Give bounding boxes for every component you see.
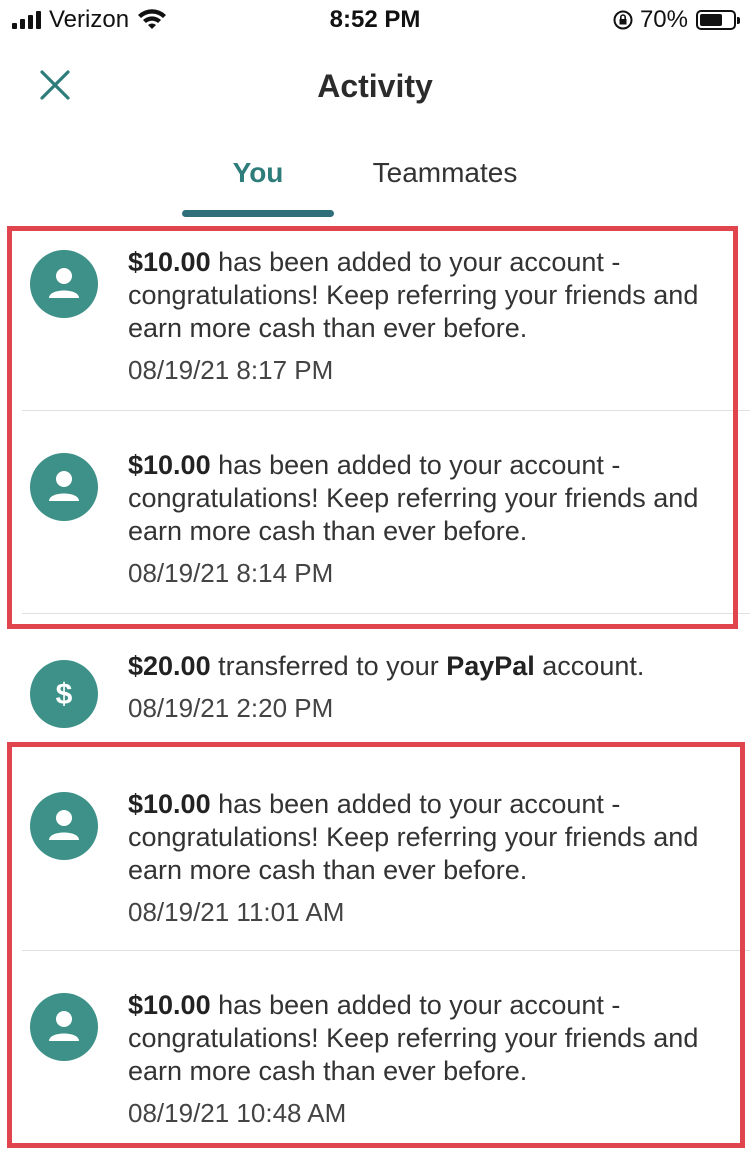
list-item[interactable]: $10.00 has been added to your account - … [0, 228, 750, 410]
amount: $10.00 [128, 990, 211, 1020]
dollar-icon: $ [56, 678, 73, 711]
person-icon [49, 1011, 79, 1041]
activity-date: 08/19/21 11:01 AM [128, 897, 345, 927]
avatar [30, 993, 98, 1061]
message-text: has been added to your account - congrat… [128, 247, 699, 343]
activity-date: 08/19/21 2:20 PM [128, 693, 334, 723]
message-text: has been added to your account - congrat… [128, 789, 699, 885]
list-item[interactable]: $10.00 has been added to your account - … [0, 411, 750, 613]
activity-message: $10.00 has been added to your account - … [128, 788, 728, 887]
activity-message: $10.00 has been added to your account - … [128, 246, 728, 345]
person-icon [49, 810, 79, 840]
message-text: transferred to your [210, 651, 447, 681]
activity-message: $10.00 has been added to your account - … [128, 449, 728, 548]
battery-percent: 70% [639, 6, 688, 33]
list-item[interactable]: $ $20.00 transferred to your PayPal acco… [0, 620, 750, 745]
message-text: has been added to your account - congrat… [128, 450, 699, 546]
header: Activity [0, 50, 750, 120]
activity-date: 08/19/21 8:17 PM [128, 355, 334, 385]
active-tab-indicator [182, 210, 334, 217]
message-text-end: account. [534, 651, 645, 681]
tab-teammates[interactable]: Teammates [360, 156, 530, 190]
amount: $10.00 [128, 247, 211, 277]
svg-text:$: $ [56, 678, 73, 711]
message-text: has been added to your account - congrat… [128, 990, 699, 1086]
status-bar: Verizon 8:52 PM 70% [0, 0, 750, 40]
battery-fill [700, 14, 723, 26]
amount: $20.00 [128, 651, 211, 681]
amount: $10.00 [128, 789, 211, 819]
service-name: PayPal [446, 651, 535, 681]
list-item[interactable]: $10.00 has been added to your account - … [0, 951, 750, 1151]
list-item[interactable]: $10.00 has been added to your account - … [0, 750, 750, 950]
activity-message: $10.00 has been added to your account - … [128, 989, 728, 1088]
amount: $10.00 [128, 450, 211, 480]
avatar [30, 453, 98, 521]
avatar: $ [30, 660, 98, 728]
activity-message: $20.00 transferred to your PayPal accoun… [128, 650, 728, 683]
person-icon [49, 471, 79, 501]
orientation-lock-icon [613, 10, 633, 30]
avatar [30, 250, 98, 318]
divider [22, 613, 750, 614]
activity-date: 08/19/21 8:14 PM [128, 558, 334, 588]
avatar [30, 792, 98, 860]
status-right: 70% [612, 6, 740, 34]
person-icon [49, 268, 79, 298]
tab-bar: You Teammates [0, 150, 750, 220]
page-title: Activity [317, 68, 433, 104]
tab-you[interactable]: You [182, 156, 334, 190]
activity-date: 08/19/21 10:48 AM [128, 1098, 347, 1128]
battery-icon [696, 10, 740, 30]
